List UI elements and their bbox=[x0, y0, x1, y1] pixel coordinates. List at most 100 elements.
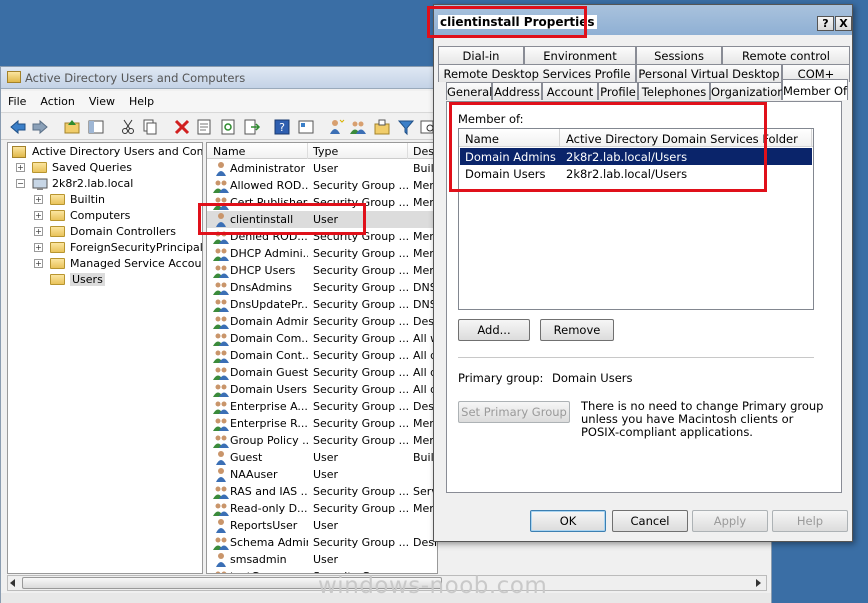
table-row[interactable]: Enterprise R... Security Group ... Mem bbox=[207, 415, 437, 432]
apply-button[interactable]: Apply bbox=[692, 510, 768, 532]
expand-plus-icon[interactable]: + bbox=[34, 243, 43, 252]
collapse-minus-icon[interactable]: − bbox=[16, 179, 25, 188]
new-ou-icon[interactable] bbox=[373, 118, 391, 136]
tree-item-users[interactable]: Users bbox=[32, 272, 202, 288]
tree-item-foreign-security-principals[interactable]: + ForeignSecurityPrincipals bbox=[32, 240, 202, 256]
help-button[interactable]: Help bbox=[772, 510, 848, 532]
menu-help[interactable]: Help bbox=[122, 91, 161, 108]
member-col-folder[interactable]: Active Directory Domain Services Folder bbox=[566, 132, 798, 146]
remove-button[interactable]: Remove bbox=[540, 319, 614, 341]
menu-view[interactable]: View bbox=[82, 91, 122, 108]
tab-dial-in[interactable]: Dial-in bbox=[438, 46, 524, 64]
tree-item-saved-queries[interactable]: + Saved Queries bbox=[14, 160, 202, 176]
export-list-icon[interactable] bbox=[243, 118, 261, 136]
cancel-button[interactable]: Cancel bbox=[612, 510, 688, 532]
new-user-icon[interactable] bbox=[327, 118, 345, 136]
help-title-button[interactable]: ? bbox=[817, 16, 834, 31]
refresh-icon[interactable] bbox=[219, 118, 237, 136]
tab-environment[interactable]: Environment bbox=[524, 46, 636, 64]
table-row[interactable]: NAAuser User bbox=[207, 466, 437, 483]
table-row[interactable]: Schema AdminsSecurity Group ...Designate… bbox=[207, 534, 437, 551]
tree-item-managed-service-accounts[interactable]: + Managed Service Accounts bbox=[32, 256, 202, 272]
table-row[interactable]: Domain Com... Security Group ... All w bbox=[207, 330, 437, 347]
back-arrow-icon[interactable] bbox=[9, 118, 27, 136]
member-row-domain-users[interactable]: Domain Users 2k8r2.lab.local/Users bbox=[460, 165, 812, 182]
col-header-type[interactable]: Type bbox=[313, 145, 338, 158]
properties-icon[interactable] bbox=[195, 118, 213, 136]
table-row[interactable]: DHCP Users Security Group ... Mem bbox=[207, 262, 437, 279]
member-col-name[interactable]: Name bbox=[465, 132, 499, 146]
table-row[interactable]: Denied ROD... Security Group ... Mem bbox=[207, 228, 437, 245]
copy-icon[interactable] bbox=[141, 118, 159, 136]
table-row[interactable]: DHCP Admini... Security Group ... Mem bbox=[207, 245, 437, 262]
tab-member-of[interactable]: Member Of bbox=[782, 79, 848, 100]
table-row[interactable]: Allowed ROD... Security Group ... Mem bbox=[207, 177, 437, 194]
add-button[interactable]: Add... bbox=[458, 319, 530, 341]
user-icon bbox=[216, 468, 226, 482]
table-row[interactable]: Domain Users Security Group ... All d bbox=[207, 381, 437, 398]
table-row[interactable]: ReportsUser User bbox=[207, 517, 437, 534]
tab-profile[interactable]: Profile bbox=[598, 82, 638, 100]
close-title-button[interactable]: X bbox=[835, 16, 852, 31]
table-row[interactable]: Group Policy ... Security Group ... Mem bbox=[207, 432, 437, 449]
row-type: User bbox=[313, 468, 339, 481]
scroll-right-icon[interactable] bbox=[756, 579, 761, 587]
tab-general[interactable]: General bbox=[446, 82, 492, 100]
tab-telephones[interactable]: Telephones bbox=[638, 82, 710, 100]
new-group-icon[interactable] bbox=[349, 118, 367, 136]
expand-plus-icon[interactable]: + bbox=[34, 259, 43, 268]
table-row[interactable]: Domain Cont... Security Group ... All d bbox=[207, 347, 437, 364]
tree-item-builtin[interactable]: + Builtin bbox=[32, 192, 202, 208]
up-folder-icon[interactable] bbox=[63, 118, 81, 136]
member-row-domain-admins[interactable]: Domain Admins 2k8r2.lab.local/Users bbox=[460, 148, 812, 165]
menu-file[interactable]: File bbox=[1, 91, 33, 108]
tab-personal-virtual-desktop[interactable]: Personal Virtual Desktop bbox=[636, 64, 782, 82]
show-hide-console-tree-icon[interactable] bbox=[87, 118, 105, 136]
table-row[interactable]: RAS and IAS ... Security Group ... Serv bbox=[207, 483, 437, 500]
member-of-list[interactable]: Name Active Directory Domain Services Fo… bbox=[458, 128, 814, 310]
scroll-left-icon[interactable] bbox=[10, 579, 15, 587]
row-name: Guest bbox=[230, 451, 263, 464]
row-type: Security Group ... bbox=[313, 485, 409, 498]
set-primary-group-button[interactable]: Set Primary Group bbox=[458, 401, 570, 423]
tree-item-domain-controllers[interactable]: + Domain Controllers bbox=[32, 224, 202, 240]
tab-address[interactable]: Address bbox=[492, 82, 542, 100]
table-row[interactable]: Cert Publishers Security Group ... Mem bbox=[207, 194, 437, 211]
table-row[interactable]: Domain Guests Security Group ... All d bbox=[207, 364, 437, 381]
filter-icon[interactable] bbox=[397, 118, 415, 136]
dialog-title-bar[interactable]: clientinstall Properties ? X bbox=[434, 5, 852, 35]
delete-icon[interactable] bbox=[173, 118, 191, 136]
table-row[interactable]: Read-only D... Security Group ... Mem bbox=[207, 500, 437, 517]
row-type: Security Group ... bbox=[313, 298, 409, 311]
table-row[interactable]: Domain AdminsSecurity Group ...Desi bbox=[207, 313, 437, 330]
expand-plus-icon[interactable]: + bbox=[34, 211, 43, 220]
menu-action[interactable]: Action bbox=[33, 91, 81, 108]
tab-sessions[interactable]: Sessions bbox=[636, 46, 722, 64]
col-header-name[interactable]: Name bbox=[213, 145, 245, 158]
view-icon[interactable] bbox=[297, 118, 315, 136]
ok-button[interactable]: OK bbox=[530, 510, 606, 532]
row-type: Security Group ... bbox=[313, 400, 409, 413]
forward-arrow-icon[interactable] bbox=[31, 118, 49, 136]
tab-remote-control[interactable]: Remote control bbox=[722, 46, 850, 64]
expand-plus-icon[interactable]: + bbox=[34, 227, 43, 236]
table-row[interactable]: Administrator User Built bbox=[207, 160, 437, 177]
tree-label-domain: 2k8r2.lab.local bbox=[52, 177, 134, 190]
table-row[interactable]: DnsAdmins Security Group ... DNS bbox=[207, 279, 437, 296]
tree-item-root[interactable]: Active Directory Users and Comput bbox=[12, 144, 202, 160]
help-icon[interactable]: ? bbox=[273, 118, 291, 136]
table-row[interactable]: clientinstall User bbox=[207, 211, 437, 228]
tab-account[interactable]: Account bbox=[542, 82, 598, 100]
table-row[interactable]: DnsUpdatePr... Security Group ... DNS bbox=[207, 296, 437, 313]
tree-item-domain[interactable]: − 2k8r2.lab.local bbox=[14, 176, 202, 192]
tab-organization[interactable]: Organization bbox=[710, 82, 785, 100]
cut-icon[interactable] bbox=[119, 118, 137, 136]
row-type: User bbox=[313, 162, 339, 175]
tab-remote-desktop-services-profile[interactable]: Remote Desktop Services Profile bbox=[438, 64, 636, 82]
table-row[interactable]: smsadmin User bbox=[207, 551, 437, 568]
expand-plus-icon[interactable]: + bbox=[34, 195, 43, 204]
expand-plus-icon[interactable]: + bbox=[16, 163, 25, 172]
table-row[interactable]: Guest User Built bbox=[207, 449, 437, 466]
table-row[interactable]: Enterprise A... Security Group ... Desi bbox=[207, 398, 437, 415]
tree-item-computers[interactable]: + Computers bbox=[32, 208, 202, 224]
